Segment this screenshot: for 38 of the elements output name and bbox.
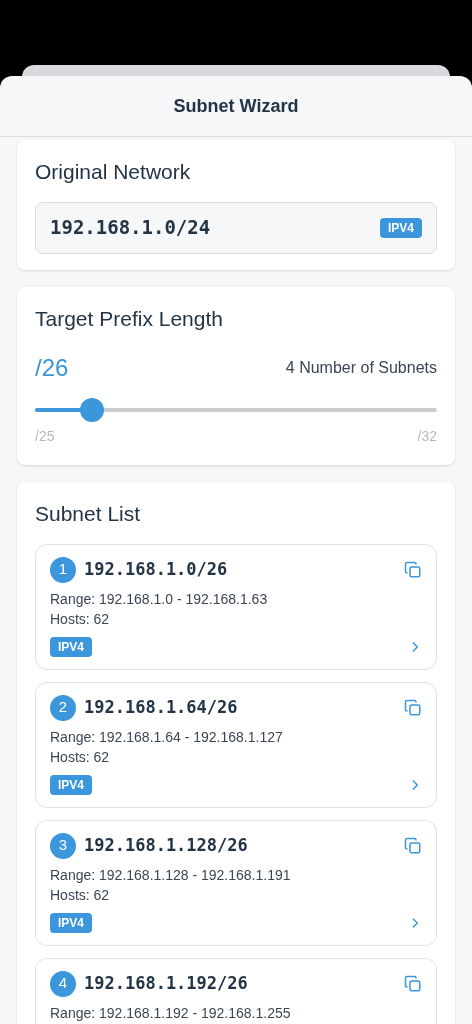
copy-icon[interactable] (404, 974, 422, 993)
subnet-cidr: 192.168.1.192/26 (84, 971, 248, 995)
subnet-card[interactable]: 3 192.168.1.128/26 Range: 192.168.1.128 - 192.168.1.191 Hosts: 62 IPV4 (35, 819, 437, 946)
network-value: 192.168.1.0/24 (50, 215, 211, 241)
range-text: Range: 192.168.1.0 - 192.168.1.63 (50, 589, 269, 609)
index-badge: 1 (50, 556, 76, 583)
copy-icon[interactable] (404, 698, 422, 717)
index-badge: 2 (50, 694, 76, 721)
ipv4-badge: IPV4 (50, 912, 92, 933)
slider-thumb[interactable] (80, 398, 105, 422)
subnet-card[interactable]: 1 192.168.1.0/26 Range: 192.168.1.0 - 192.168.1.63 Hosts: 62 IPV4 (35, 543, 437, 670)
subnet-count: 4 Number of Subnets (285, 358, 437, 378)
range-text: Range: 192.168.1.192 - 192.168.1.255 (50, 1003, 292, 1023)
subnet-cidr: 192.168.1.64/26 (84, 695, 238, 719)
hosts-text: Hosts: 62 (50, 885, 111, 905)
hosts-text: Hosts: 62 (50, 747, 111, 767)
section-title: Target Prefix Length (35, 305, 224, 332)
min-label: /25 (35, 427, 55, 446)
range-text: Range: 192.168.1.64 - 192.168.1.127 (50, 727, 284, 747)
subnet-card[interactable]: 4 192.168.1.192/26 Range: 192.168.1.192 - 192.168.1.255 (35, 957, 437, 1024)
ipv4-badge: IPV4 (50, 774, 92, 795)
copy-icon[interactable] (404, 836, 422, 855)
section-title: Subnet List (35, 501, 142, 527)
header-title: Subnet Wizard (173, 94, 299, 118)
section-title: Original Network (35, 159, 192, 185)
subnet-card[interactable]: 2 192.168.1.64/26 Range: 192.168.1.64 - 192.168.1.127 Hosts: 62 IPV4 (35, 681, 437, 808)
index-badge: 4 (50, 970, 76, 997)
subnet-cidr: 192.168.1.0/26 (84, 557, 228, 581)
index-badge: 3 (50, 832, 76, 859)
hosts-text: Hosts: 62 (50, 609, 111, 629)
prefix-slider[interactable] (35, 398, 437, 422)
ipv4-badge: IPV4 (380, 217, 422, 238)
max-label: /32 (417, 427, 437, 446)
ipv4-badge: IPV4 (50, 636, 92, 657)
prefix-value: /26 (35, 353, 69, 383)
copy-icon[interactable] (404, 560, 422, 579)
range-text: Range: 192.168.1.128 - 192.168.1.191 (50, 865, 292, 885)
subnet-cidr: 192.168.1.128/26 (84, 833, 248, 857)
